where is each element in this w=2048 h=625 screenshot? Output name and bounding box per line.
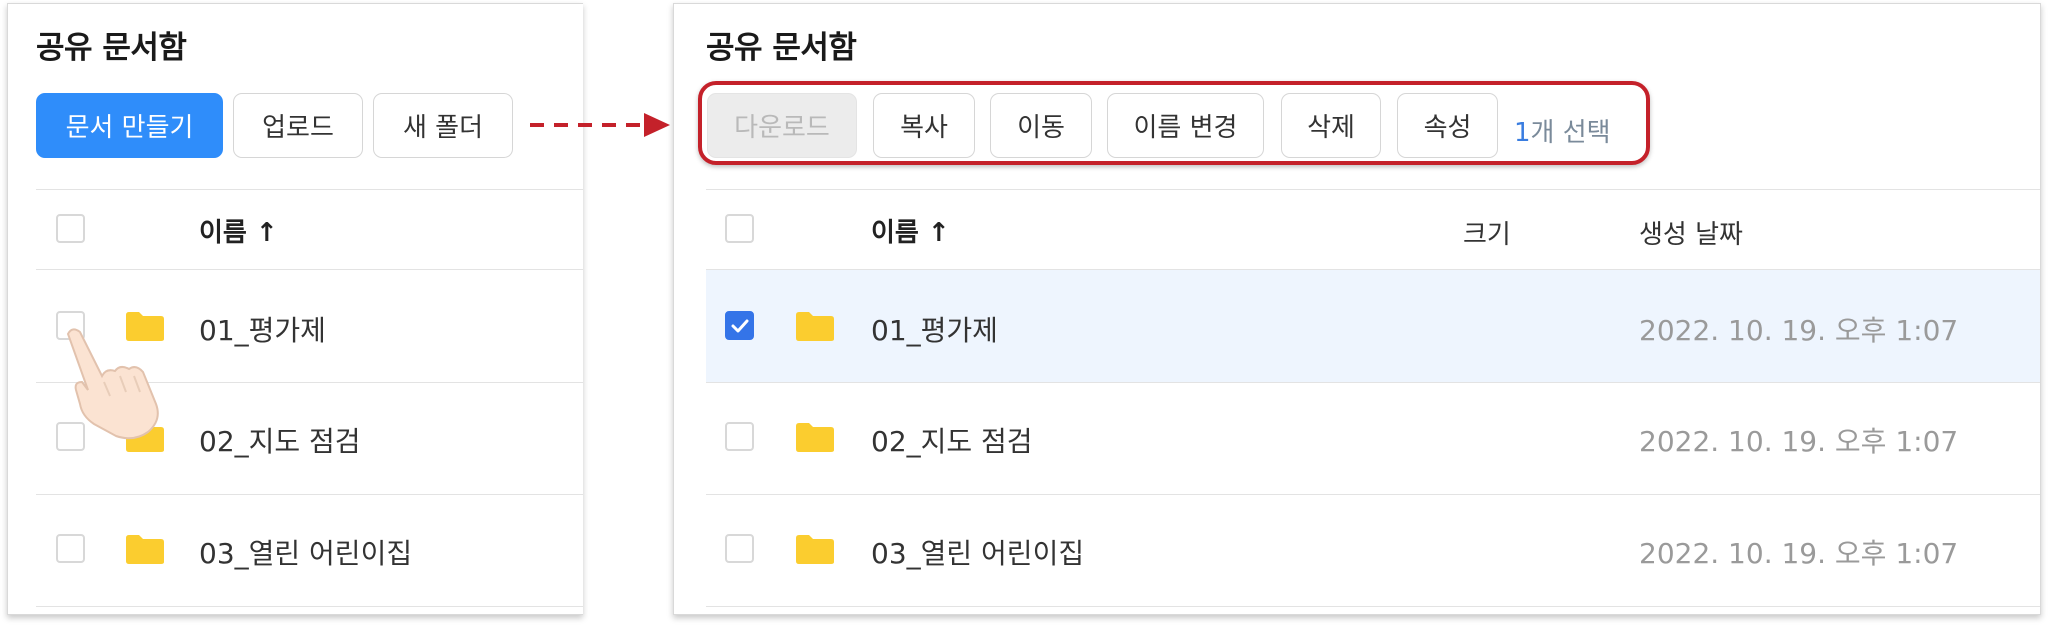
upload-button[interactable]: 업로드: [233, 93, 363, 158]
row-checkbox[interactable]: [56, 534, 85, 563]
file-name[interactable]: 02_지도 점검: [199, 420, 361, 460]
column-header-created[interactable]: 생성 날짜: [1639, 214, 1743, 251]
folder-icon: [124, 533, 166, 565]
divider: [706, 494, 2040, 495]
new-folder-button[interactable]: 새 폴더: [373, 93, 513, 158]
created-date: 2022. 10. 19. 오후 1:07: [1639, 425, 1959, 458]
row-checkbox[interactable]: [725, 534, 754, 563]
dashed-arrow-icon: [528, 110, 674, 144]
file-name[interactable]: 01_평가제: [871, 309, 998, 349]
divider: [706, 606, 2040, 607]
created-date: 2022. 10. 19. 오후 1:07: [1639, 314, 1959, 347]
file-name[interactable]: 03_열린 어린이집: [871, 532, 1084, 572]
row-checkbox-checked[interactable]: [725, 311, 754, 340]
created-date: 2022. 10. 19. 오후 1:07: [1639, 537, 1959, 570]
pointing-hand-icon: [52, 324, 172, 448]
folder-icon: [794, 310, 836, 342]
folder-icon: [794, 421, 836, 453]
column-header-name[interactable]: 이름 ↑: [199, 212, 278, 249]
divider: [36, 269, 583, 270]
column-header-size[interactable]: 크기: [1463, 214, 1511, 251]
page-title: 공유 문서함: [706, 30, 857, 66]
row-checkbox[interactable]: [725, 422, 754, 451]
page-title: 공유 문서함: [36, 30, 187, 66]
left-panel: 공유 문서함 문서 만들기 업로드 새 폴더 이름 ↑ 01_평가제 02_지도…: [7, 3, 583, 615]
divider: [36, 189, 583, 190]
check-icon: [731, 319, 748, 332]
divider: [706, 189, 2040, 190]
column-header-name[interactable]: 이름 ↑: [871, 212, 950, 249]
divider: [706, 382, 2040, 383]
divider: [36, 494, 583, 495]
file-name[interactable]: 01_평가제: [199, 309, 326, 349]
file-name[interactable]: 03_열린 어린이집: [199, 532, 412, 572]
folder-icon: [794, 533, 836, 565]
toolbar-highlight-annotation: [698, 81, 1650, 165]
select-all-checkbox[interactable]: [56, 214, 85, 243]
select-all-checkbox[interactable]: [725, 214, 754, 243]
create-document-button[interactable]: 문서 만들기: [36, 93, 223, 158]
file-name[interactable]: 02_지도 점검: [871, 420, 1033, 460]
divider: [36, 606, 583, 607]
